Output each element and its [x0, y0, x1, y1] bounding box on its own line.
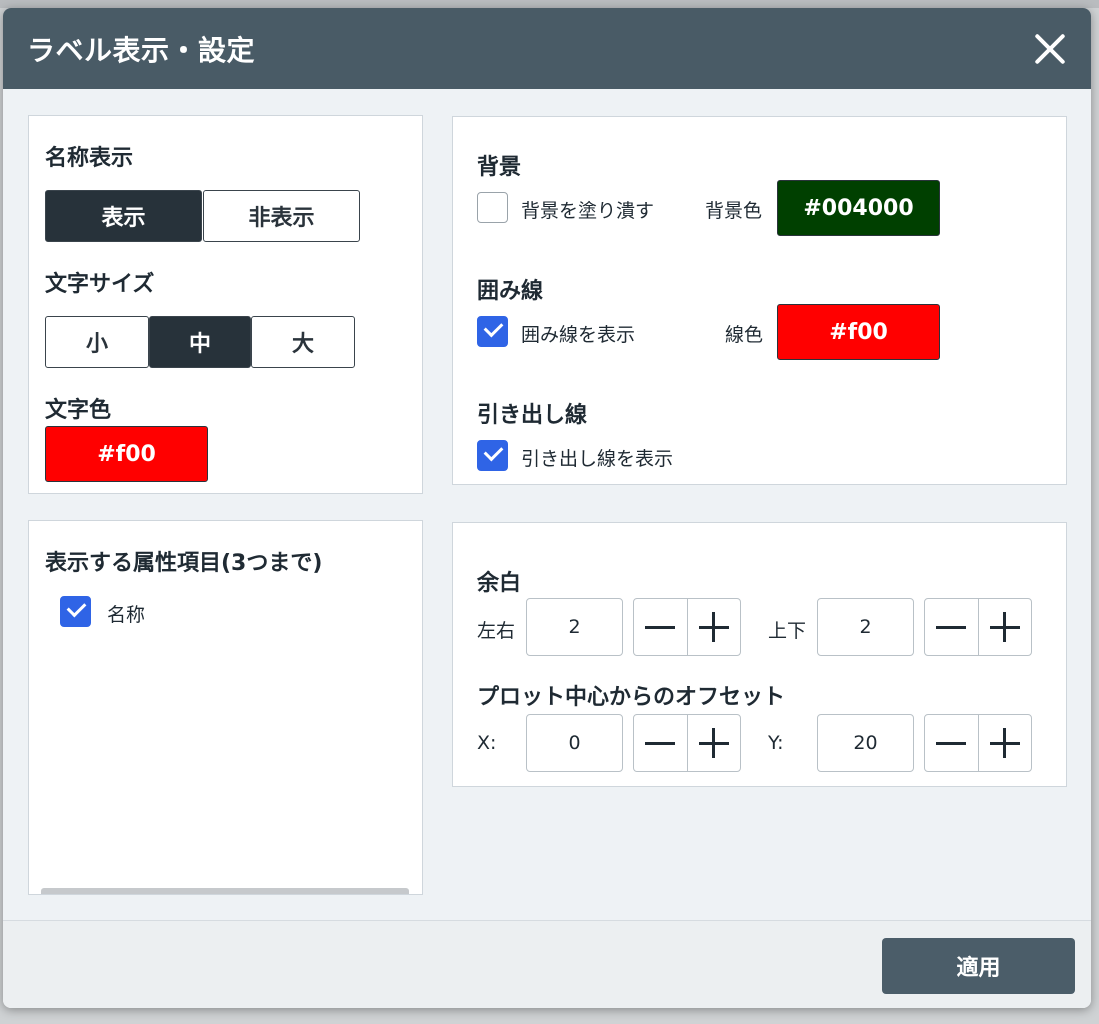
border-heading: 囲み線	[477, 279, 544, 304]
padding-horizontal-stepper	[633, 598, 741, 656]
offset-x-plus-icon[interactable]	[686, 715, 740, 771]
padding-vertical-stepper	[924, 598, 1032, 656]
leader-show-label: 引き出し線を表示	[521, 448, 674, 470]
border-color-label: 線色	[725, 324, 764, 346]
apply-button[interactable]: 適用	[882, 938, 1075, 994]
font-size-heading: 文字サイズ	[45, 272, 155, 297]
background-color-label: 背景色	[705, 200, 763, 222]
padding-vertical-minus-icon[interactable]	[925, 599, 978, 655]
label-settings-dialog: ラベル表示・設定 名称表示 表示 非表示 文字サイズ 小 中 大 文字色 #f0…	[3, 8, 1091, 1008]
padding-vertical-plus-icon[interactable]	[977, 599, 1031, 655]
font-size-toggle: 小 中 大	[45, 316, 355, 368]
offset-heading: プロット中心からのオフセット	[477, 685, 786, 710]
attribute-scrollbar[interactable]	[41, 888, 409, 894]
padding-offset-panel: 余白 左右 上下 プロット中心からのオフセット X: Y:	[452, 522, 1067, 787]
offset-y-plus-icon[interactable]	[977, 715, 1031, 771]
attribute-heading: 表示する属性項目(3つまで)	[45, 551, 323, 576]
font-color-heading: 文字色	[45, 398, 112, 423]
font-size-large-button[interactable]: 大	[251, 316, 355, 368]
leader-heading: 引き出し線	[477, 403, 588, 428]
padding-horizontal-minus-icon[interactable]	[634, 599, 687, 655]
padding-horizontal-input[interactable]	[526, 598, 623, 656]
border-show-label: 囲み線を表示	[521, 324, 636, 346]
background-panel: 背景 背景を塗り潰す 背景色 #004000 囲み線 囲み線を表示 線色 #f0…	[452, 116, 1067, 485]
offset-y-stepper	[924, 714, 1032, 772]
background-heading: 背景	[477, 155, 522, 180]
background-fill-label: 背景を塗り潰す	[521, 200, 655, 222]
offset-x-label: X:	[477, 732, 497, 754]
offset-x-minus-icon[interactable]	[634, 715, 687, 771]
name-display-hide-button[interactable]: 非表示	[203, 190, 360, 242]
name-display-show-button[interactable]: 表示	[45, 190, 202, 242]
font-color-swatch[interactable]: #f00	[45, 426, 208, 482]
font-size-small-button[interactable]: 小	[45, 316, 149, 368]
close-icon[interactable]	[1027, 26, 1073, 72]
padding-horizontal-label: 左右	[477, 620, 516, 642]
leader-show-checkbox[interactable]	[477, 440, 508, 471]
padding-heading: 余白	[477, 571, 522, 596]
offset-y-label: Y:	[768, 732, 784, 754]
padding-vertical-label: 上下	[768, 620, 807, 642]
attribute-name-label: 名称	[107, 604, 146, 626]
dialog-title: ラベル表示・設定	[27, 33, 256, 67]
map-edge-top	[0, 0, 1099, 8]
name-display-panel: 名称表示 表示 非表示 文字サイズ 小 中 大 文字色 #f00	[28, 115, 423, 494]
attribute-panel: 表示する属性項目(3つまで) 名称	[28, 520, 423, 895]
attribute-name-checkbox[interactable]	[60, 596, 91, 627]
offset-y-minus-icon[interactable]	[925, 715, 978, 771]
name-display-heading: 名称表示	[45, 146, 134, 171]
border-show-checkbox[interactable]	[477, 316, 508, 347]
padding-horizontal-plus-icon[interactable]	[686, 599, 740, 655]
background-color-swatch[interactable]: #004000	[777, 180, 940, 236]
padding-vertical-input[interactable]	[817, 598, 914, 656]
offset-x-input[interactable]	[526, 714, 623, 772]
offset-y-input[interactable]	[817, 714, 914, 772]
offset-x-stepper	[633, 714, 741, 772]
border-color-swatch[interactable]: #f00	[777, 304, 940, 360]
dialog-header: ラベル表示・設定	[3, 8, 1091, 89]
name-display-toggle: 表示 非表示	[45, 190, 360, 242]
background-fill-checkbox[interactable]	[477, 192, 508, 223]
font-size-medium-button[interactable]: 中	[149, 316, 251, 368]
